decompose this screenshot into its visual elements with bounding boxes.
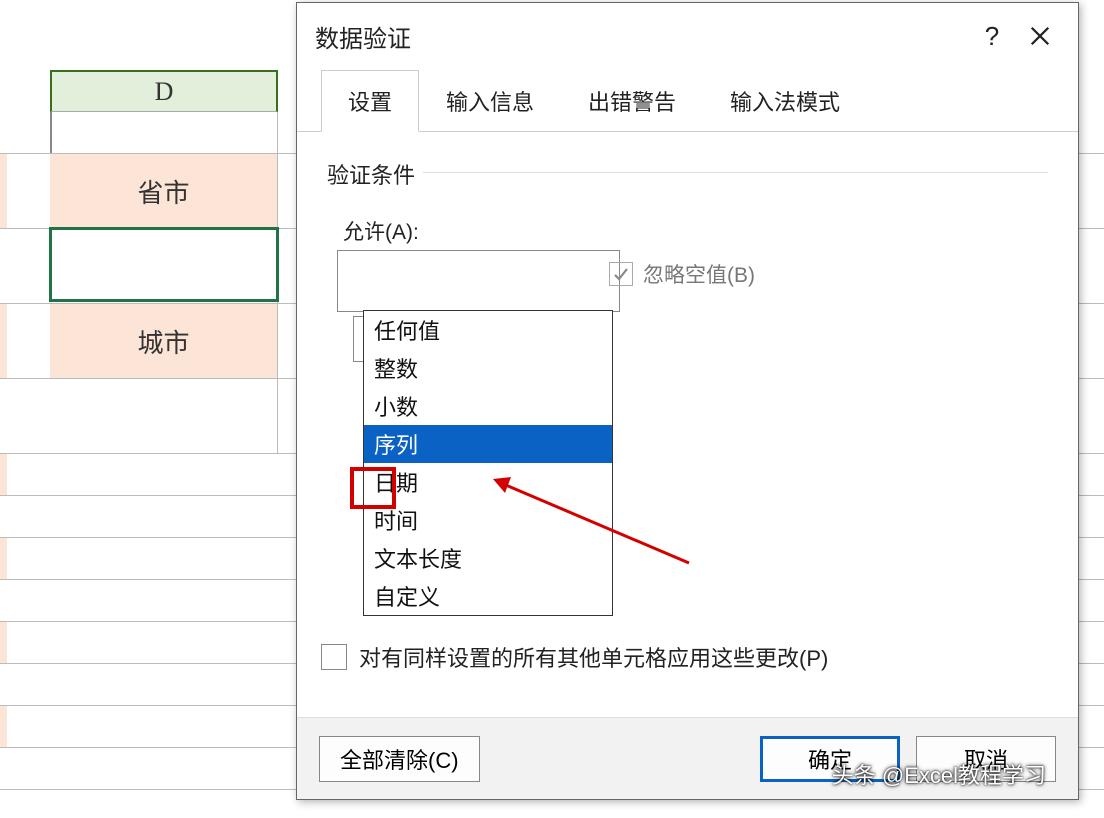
row-color-edge — [0, 538, 7, 579]
dialog-footer: 全部清除(C) 确定 取消 — [297, 717, 1078, 799]
close-button[interactable] — [1016, 12, 1064, 60]
validation-criteria-label: 验证条件 — [327, 158, 1048, 196]
allow-option-list[interactable]: 序列 — [364, 425, 612, 463]
checkmark-icon — [613, 266, 629, 282]
clear-all-button[interactable]: 全部清除(C) — [319, 736, 480, 782]
allow-option-date[interactable]: 日期 — [364, 463, 612, 501]
apply-others-row: 对有同样设置的所有其他单元格应用这些更改(P) — [321, 641, 828, 673]
allow-option-any[interactable]: 任何值 — [364, 311, 612, 349]
column-header-d[interactable]: D — [50, 70, 278, 112]
apply-others-label: 对有同样设置的所有其他单元格应用这些更改(P) — [359, 641, 828, 673]
allow-option-whole-number[interactable]: 整数 — [364, 349, 612, 387]
allow-option-custom[interactable]: 自定义 — [364, 577, 612, 615]
selected-cell-border — [49, 227, 279, 302]
annotation-highlight-combo — [337, 250, 620, 312]
cancel-button[interactable]: 取消 — [916, 736, 1056, 782]
allow-option-text-length[interactable]: 文本长度 — [364, 539, 612, 577]
row-color-edge — [0, 622, 7, 663]
tab-error-alert[interactable]: 出错警告 — [561, 70, 703, 132]
cell-input-city[interactable] — [50, 379, 278, 453]
row-color-edge — [0, 454, 7, 495]
ignore-blank-row: 忽略空值(B) — [609, 259, 755, 289]
allow-option-decimal[interactable]: 小数 — [364, 387, 612, 425]
tab-settings[interactable]: 设置 — [321, 70, 419, 132]
allow-dropdown-list: 任何值 整数 小数 序列 日期 时间 文本长度 自定义 — [363, 310, 613, 616]
close-icon — [1029, 25, 1051, 47]
ignore-blank-checkbox[interactable] — [609, 262, 633, 286]
dialog-titlebar: 数据验证 ? — [297, 3, 1078, 69]
cell-label-province[interactable]: 省市 — [50, 154, 278, 228]
dialog-tabs: 设置 输入信息 出错警告 输入法模式 — [297, 69, 1078, 132]
allow-label: 允许(A): — [343, 216, 1048, 246]
tab-input-message[interactable]: 输入信息 — [419, 70, 561, 132]
apply-others-checkbox[interactable] — [321, 644, 347, 670]
annotation-highlight-option — [350, 467, 396, 509]
ok-button[interactable]: 确定 — [760, 736, 900, 782]
tab-ime-mode[interactable]: 输入法模式 — [703, 70, 867, 132]
dialog-title: 数据验证 — [315, 19, 968, 54]
cell-label-city[interactable]: 城市 — [50, 304, 278, 378]
ignore-blank-label: 忽略空值(B) — [643, 259, 755, 289]
row-color-edge — [0, 706, 7, 747]
row-color-edge — [0, 304, 7, 378]
dialog-content: 验证条件 允许(A): 任何值 任何值 整数 小数 序列 日期 时间 文本长度 … — [297, 132, 1078, 372]
help-button[interactable]: ? — [968, 12, 1016, 60]
data-validation-dialog: 数据验证 ? 设置 输入信息 出错警告 输入法模式 验证条件 允许(A): 任何… — [296, 2, 1079, 800]
allow-option-time[interactable]: 时间 — [364, 501, 612, 539]
row-color-edge — [0, 154, 7, 228]
